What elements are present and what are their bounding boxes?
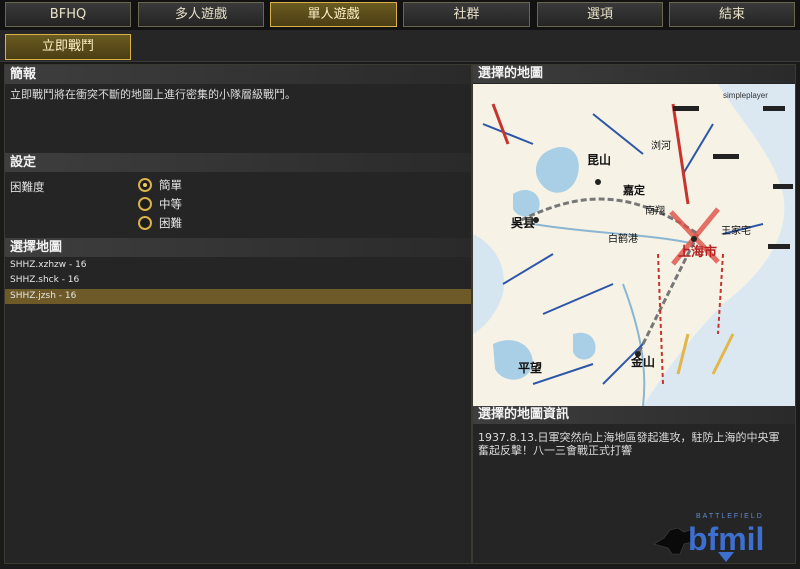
map-preview-svg: 吳县 昆山 嘉定 南翔 上海市 王家宅 金山 平望 浏河 白鹤港 simplep… xyxy=(473,84,795,406)
map-info-text: 1937.8.13.日軍突然向上海地區發起進攻，駐防上海的中央軍奮起反擊！八一三… xyxy=(478,431,780,457)
map-label-wangjiazhai: 王家宅 xyxy=(721,224,751,237)
difficulty-label: 困難度 xyxy=(10,180,45,194)
logo-small-text: BATTLEFIELD xyxy=(696,513,764,520)
map-list-item[interactable]: SHHZ.shck - 16 xyxy=(5,273,471,288)
left-panel: 簡報 立即戰鬥將在衝突不斷的地圖上進行密集的小隊層級戰鬥。 設定 困難度 簡單 … xyxy=(4,64,472,564)
difficulty-hard-label: 困難 xyxy=(159,216,182,230)
map-select-heading: 選擇地圖 xyxy=(5,238,471,257)
bfmil-logo: BATTLEFIELD bfmil xyxy=(650,508,794,564)
logo-big-text: bfmil xyxy=(688,521,764,557)
difficulty-easy-label: 簡單 xyxy=(159,178,182,192)
sub-nav: 立即戰鬥 xyxy=(0,30,800,62)
map-label-jinshan: 金山 xyxy=(630,354,655,369)
right-panel: 選擇的地圖 吳县 昆山 嘉定 南翔 上海市 王家宅 金山 平望 浏河 白鹤港 s… xyxy=(472,64,796,564)
map-label-liuhe: 浏河 xyxy=(651,139,671,152)
tab-singleplayer[interactable]: 單人遊戲 xyxy=(270,2,397,27)
map-label-baiheshi: 白鹤港 xyxy=(608,232,638,245)
map-label-pingwang: 平望 xyxy=(518,360,542,375)
map-label-jiading: 嘉定 xyxy=(622,183,645,197)
map-label-nanxiang: 南翔 xyxy=(645,204,665,217)
selected-map-heading: 選擇的地圖 xyxy=(473,65,795,83)
tab-bfhq[interactable]: BFHQ xyxy=(5,2,131,27)
radio-icon xyxy=(138,197,152,211)
top-nav: BFHQ 多人遊戲 單人遊戲 社群 選項 結束 xyxy=(0,0,800,30)
tab-multiplayer[interactable]: 多人遊戲 xyxy=(138,2,264,27)
briefing-heading: 簡報 xyxy=(5,65,471,84)
map-label-kunshan: 昆山 xyxy=(587,152,611,167)
radio-icon xyxy=(138,216,152,230)
tab-quit[interactable]: 結束 xyxy=(669,2,795,27)
map-info-heading: 選擇的地圖資訊 xyxy=(473,406,795,424)
difficulty-medium-label: 中等 xyxy=(159,197,182,211)
tab-options[interactable]: 選項 xyxy=(537,2,663,27)
map-label-shanghai: 上海市 xyxy=(678,244,717,259)
instant-battle-button[interactable]: 立即戰鬥 xyxy=(5,34,131,60)
tab-community[interactable]: 社群 xyxy=(403,2,530,27)
map-watermark: simpleplayer xyxy=(723,91,768,100)
map-list-item-selected[interactable]: SHHZ.jzsh - 16 xyxy=(5,289,471,304)
map-preview-image: 吳县 昆山 嘉定 南翔 上海市 王家宅 金山 平望 浏河 白鹤港 simplep… xyxy=(473,84,795,406)
radio-selected-icon xyxy=(138,178,152,192)
map-list-item[interactable]: SHHZ.xzhzw - 16 xyxy=(5,258,471,273)
map-label-wuxian: 吳县 xyxy=(510,216,535,230)
briefing-text: 立即戰鬥將在衝突不斷的地圖上進行密集的小隊層級戰鬥。 xyxy=(10,88,296,101)
settings-heading: 設定 xyxy=(5,153,471,172)
